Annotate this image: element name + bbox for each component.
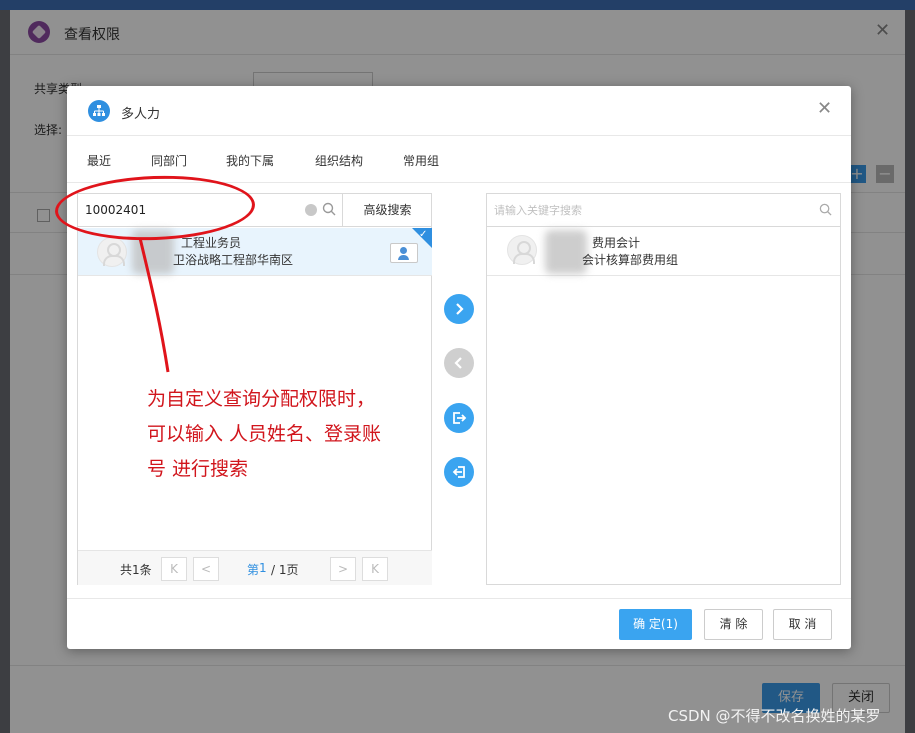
annotation-line: 为自定义查询分配权限时， xyxy=(147,388,376,410)
annotation-line: 可以输入 人员姓名、登录账 xyxy=(147,423,382,445)
watermark: CSDN @不得不改名换姓的某罗 xyxy=(668,707,881,725)
annotation-line: 号 进行搜索 xyxy=(147,458,249,480)
annotation-arrow xyxy=(138,237,170,373)
annotation-text: 为自定义查询分配权限时， 可以输入 人员姓名、登录账 号 进行搜索 xyxy=(147,382,417,487)
